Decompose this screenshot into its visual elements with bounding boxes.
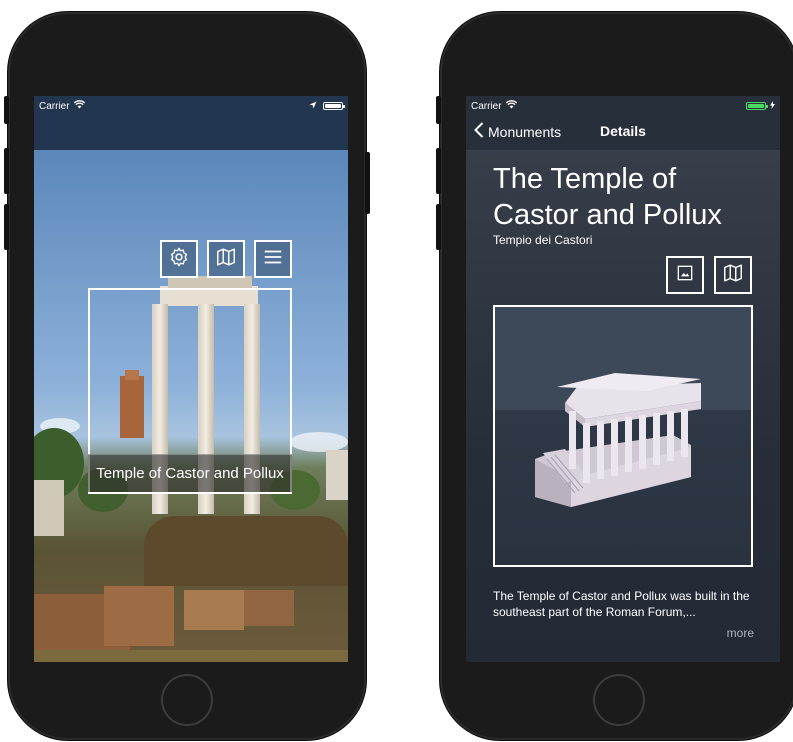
settings-button[interactable] xyxy=(160,240,198,278)
mute-switch xyxy=(4,96,9,124)
map-button[interactable] xyxy=(714,256,752,294)
status-bar: Carrier xyxy=(466,96,780,116)
status-bar: Carrier xyxy=(34,96,348,116)
wifi-icon xyxy=(73,100,85,112)
menu-icon xyxy=(262,246,284,273)
details-screen: Monuments Details Carrier The Temple of … xyxy=(466,96,780,662)
map-icon xyxy=(722,262,744,289)
page-subtitle: Tempio dei Castori xyxy=(493,233,593,247)
carrier-label: Carrier xyxy=(39,100,70,112)
home-button[interactable] xyxy=(593,674,645,726)
monument-description: The Temple of Castor and Pollux was buil… xyxy=(493,589,750,619)
power-button xyxy=(365,152,370,214)
3d-model-viewer[interactable] xyxy=(493,305,753,567)
image-icon xyxy=(675,263,695,288)
battery-charging-icon xyxy=(746,102,768,110)
more-link[interactable]: more xyxy=(727,626,754,640)
mute-switch xyxy=(436,96,441,124)
home-button[interactable] xyxy=(161,674,213,726)
detail-content: The Temple of Castor and Pollux Tempio d… xyxy=(466,151,780,662)
gear-icon xyxy=(168,246,190,273)
volume-up-button xyxy=(4,148,9,194)
carrier-label: Carrier xyxy=(471,100,502,112)
monument-detection-frame[interactable]: Temple of Castor and Pollux xyxy=(88,288,292,494)
nav-title: Details xyxy=(600,123,646,139)
map-button[interactable] xyxy=(207,240,245,278)
volume-up-button xyxy=(436,148,441,194)
menu-button[interactable] xyxy=(254,240,292,278)
page-title: The Temple of Castor and Pollux xyxy=(493,163,722,231)
volume-down-button xyxy=(436,204,441,250)
charging-bolt-icon xyxy=(770,100,775,112)
right-phone: Monuments Details Carrier The Temple of … xyxy=(436,12,793,740)
location-arrow-icon xyxy=(309,101,317,112)
temple-3d-model xyxy=(535,373,701,507)
volume-down-button xyxy=(4,204,9,250)
ar-camera-screen: Carrier Temple of Castor and Pollux xyxy=(34,96,348,662)
wifi-icon xyxy=(505,100,517,112)
monument-label: Temple of Castor and Pollux xyxy=(88,454,292,492)
left-phone: Carrier Temple of Castor and Pollux xyxy=(4,12,370,740)
map-icon xyxy=(215,246,237,273)
image-button[interactable] xyxy=(666,256,704,294)
battery-icon xyxy=(323,102,345,110)
